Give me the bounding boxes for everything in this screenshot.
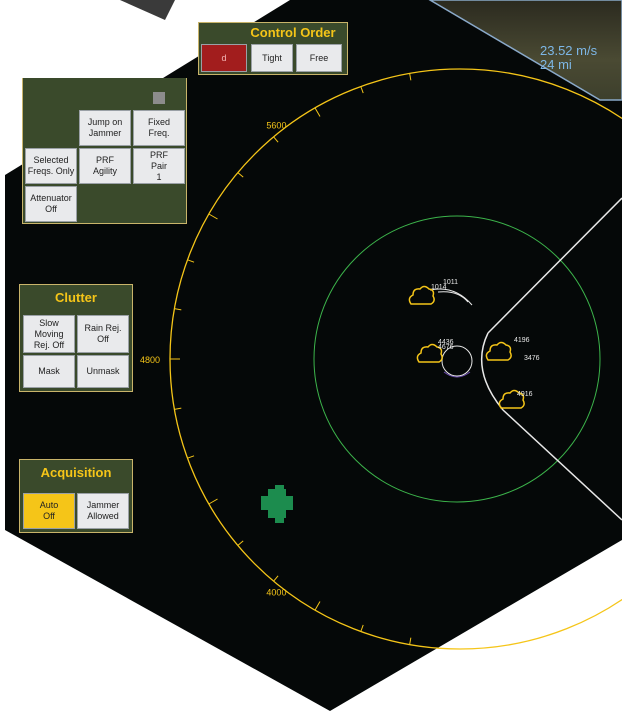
track-label: 4916	[517, 391, 533, 398]
jammer-allowed-button[interactable]: Jammer Allowed	[77, 493, 129, 529]
fixed-freq-button[interactable]: Fixed Freq.	[133, 110, 185, 146]
control-order-tight-button[interactable]: Tight	[251, 44, 293, 72]
range-label: 4000	[266, 587, 286, 597]
acquisition-panel: Acquisition Auto Off Jammer Allowed	[19, 459, 133, 533]
rain-rej-button[interactable]: Rain Rej. Off	[77, 315, 129, 353]
range-ring: 5600 4800 4000	[140, 68, 622, 650]
prf-agility-button[interactable]: PRF Agility	[79, 148, 131, 184]
range-tick	[187, 455, 195, 459]
range-tick	[360, 86, 364, 94]
track-label: 4676	[438, 344, 454, 351]
sector-boundary	[481, 197, 622, 521]
mask-button[interactable]: Mask	[23, 355, 75, 388]
range-label: 5600	[266, 121, 286, 131]
range-tick	[208, 213, 218, 220]
range-tick	[360, 624, 364, 632]
range-tick	[187, 259, 195, 263]
outer-range-ring	[169, 68, 622, 650]
jump-on-jammer-button[interactable]: Jump on Jammer	[79, 110, 131, 146]
auto-acquisition-button[interactable]: Auto Off	[23, 493, 75, 529]
range-tick	[409, 637, 412, 645]
selected-freqs-only-button[interactable]: Selected Freqs. Only	[25, 148, 77, 184]
range-tick	[237, 540, 244, 546]
slow-moving-rej-button[interactable]: Slow Moving Rej. Off	[23, 315, 75, 353]
range-label: 4800	[140, 355, 160, 365]
track-layer: 1011101444364676419634764916	[408, 279, 540, 409]
threat-track-icon[interactable]	[485, 341, 512, 361]
control-order-title: Control Order	[250, 25, 336, 40]
friendly-unit-icon[interactable]	[261, 485, 293, 523]
control-order-panel: Control Order d Tight Free	[198, 22, 348, 75]
frequency-panel: Jump on Jammer Fixed Freq. Selected Freq…	[22, 78, 187, 224]
range-tick	[174, 407, 182, 410]
range-tick	[314, 601, 321, 611]
range-tick	[208, 498, 218, 505]
track-label: 1014	[431, 284, 447, 291]
range-tick	[273, 136, 279, 143]
acquisition-title: Acquisition	[40, 465, 112, 480]
range-tick	[314, 107, 321, 117]
track-trail	[429, 288, 473, 306]
clutter-title: Clutter	[55, 290, 97, 305]
frequency-indicator	[153, 92, 165, 104]
clutter-panel: Clutter Slow Moving Rej. Off Rain Rej. O…	[19, 284, 133, 392]
attenuator-off-button[interactable]: Attenuator Off	[25, 186, 77, 222]
range-tick	[273, 575, 279, 582]
range-tick	[237, 172, 244, 178]
range-tick	[409, 73, 412, 81]
range-tick	[174, 308, 182, 311]
prf-pair-button[interactable]: PRF Pair 1	[133, 148, 185, 184]
control-order-free-button[interactable]: Free	[296, 44, 342, 72]
unmask-button[interactable]: Unmask	[77, 355, 129, 388]
track-label: 4196	[514, 337, 530, 344]
track-label: 3476	[524, 355, 540, 362]
control-order-hold-button[interactable]: d	[201, 44, 247, 72]
